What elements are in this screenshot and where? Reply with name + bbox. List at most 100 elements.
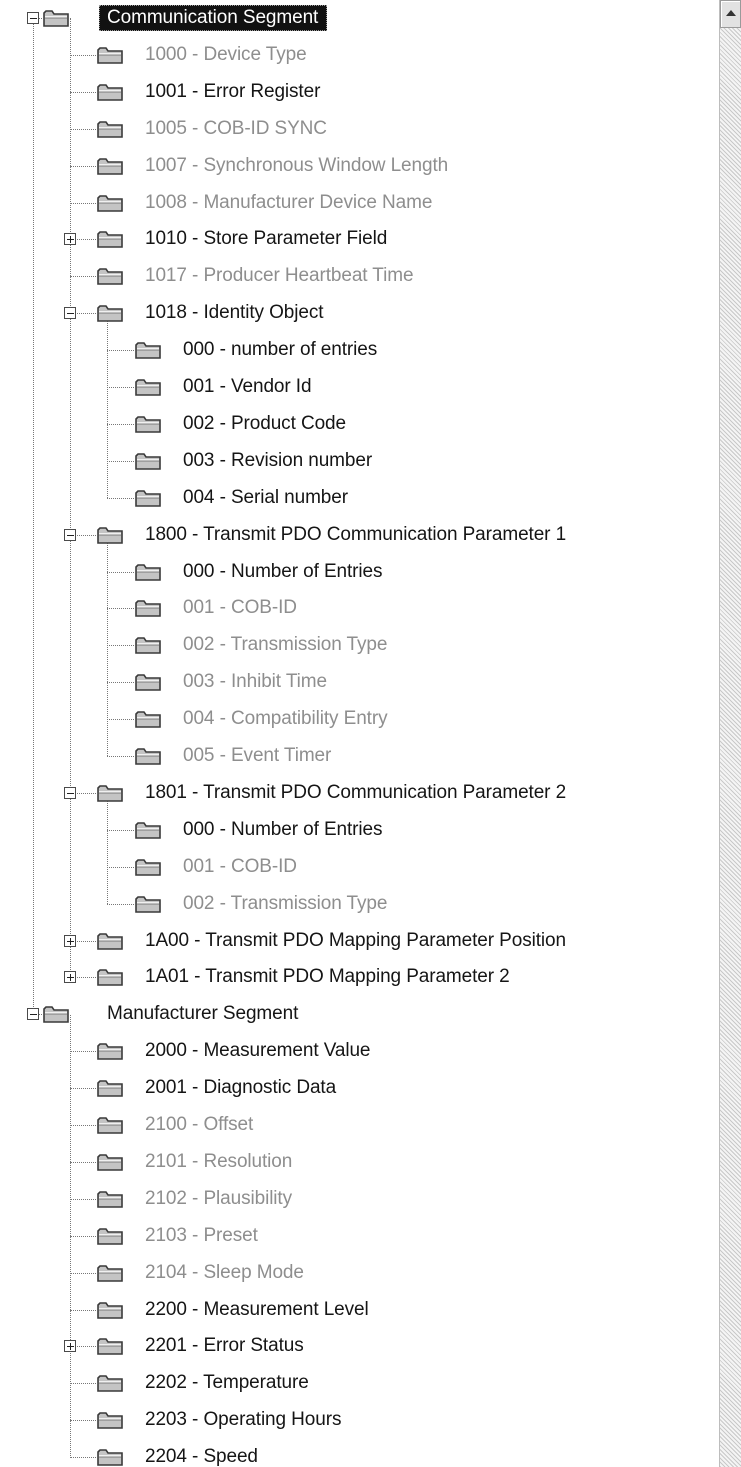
- tree-connector-line: [70, 1235, 96, 1237]
- tree-item[interactable]: 1801 - Transmit PDO Communication Parame…: [0, 775, 719, 812]
- tree-connector-line: [107, 571, 134, 573]
- folder-icon: [96, 1447, 124, 1467]
- tree-item-label: 2101 - Resolution: [145, 1150, 293, 1172]
- minus-box-icon[interactable]: [27, 1008, 39, 1021]
- folder-icon: [134, 820, 162, 840]
- minus-box-icon[interactable]: [64, 528, 76, 541]
- minus-box-icon[interactable]: [27, 12, 39, 24]
- tree-connector-line: [70, 1272, 96, 1274]
- tree-item[interactable]: 2000 - Measurement Value: [0, 1033, 719, 1070]
- tree-connector-line: [107, 682, 134, 684]
- tree-connector-line: [70, 91, 96, 93]
- tree-connector-line: [70, 202, 96, 204]
- tree-item[interactable]: 003 - Revision number: [0, 443, 719, 480]
- folder-icon: [96, 193, 124, 213]
- tree-item[interactable]: 001 - COB-ID: [0, 590, 719, 627]
- tree-item[interactable]: 1010 - Store Parameter Field: [0, 221, 719, 258]
- tree-item-label: 1001 - Error Register: [145, 80, 321, 102]
- tree-item-label: 1005 - COB-ID SYNC: [145, 117, 327, 139]
- tree-item[interactable]: 002 - Transmission Type: [0, 627, 719, 664]
- folder-icon: [96, 1263, 124, 1283]
- tree-item-label: 1017 - Producer Heartbeat Time: [145, 265, 414, 287]
- tree-item[interactable]: 1A01 - Transmit PDO Mapping Parameter 2: [0, 959, 719, 996]
- tree-connector-line: [107, 903, 134, 905]
- folder-icon: [96, 303, 124, 323]
- tree-item[interactable]: 000 - Number of Entries: [0, 812, 719, 849]
- tree-item[interactable]: 2204 - Speed: [0, 1439, 719, 1467]
- tree-item[interactable]: 1007 - Synchronous Window Length: [0, 148, 719, 185]
- tree-item-label: 2100 - Offset: [145, 1114, 254, 1135]
- tree-item[interactable]: 2103 - Preset: [0, 1218, 719, 1255]
- plus-box-icon[interactable]: [64, 1340, 76, 1353]
- tree-item[interactable]: 004 - Serial number: [0, 480, 719, 517]
- tree-item-label: 000 - Number of Entries: [183, 818, 383, 840]
- tree-item[interactable]: 000 - Number of Entries: [0, 554, 719, 591]
- tree-item-label: Manufacturer Segment: [107, 1003, 299, 1025]
- tree-item[interactable]: 002 - Transmission Type: [0, 886, 719, 923]
- tree-item-label: 1A01 - Transmit PDO Mapping Parameter 2: [145, 966, 510, 988]
- folder-icon: [96, 1189, 124, 1209]
- tree-item[interactable]: 1A00 - Transmit PDO Mapping Parameter Po…: [0, 923, 719, 960]
- folder-icon: [96, 931, 124, 951]
- tree-item-label: 1010 - Store Parameter Field: [145, 228, 388, 250]
- folder-icon: [134, 377, 162, 397]
- tree-connector-line: [107, 350, 134, 352]
- folder-icon: [96, 119, 124, 139]
- tree-item[interactable]: 003 - Inhibit Time: [0, 664, 719, 701]
- tree-connector-line: [70, 1383, 96, 1385]
- object-dictionary-tree[interactable]: Communication Segment 1000 - Device Type 1…: [0, 0, 719, 1467]
- tree-item[interactable]: 005 - Event Timer: [0, 738, 719, 775]
- folder-icon: [96, 967, 124, 987]
- folder-icon: [96, 266, 124, 286]
- tree-item-label: 2103 - Preset: [145, 1224, 258, 1246]
- tree-item[interactable]: 1800 - Transmit PDO Communication Parame…: [0, 517, 719, 554]
- tree-item[interactable]: 000 - number of entries: [0, 332, 719, 369]
- folder-icon: [134, 857, 162, 877]
- tree-item[interactable]: 004 - Compatibility Entry: [0, 701, 719, 738]
- tree-item[interactable]: 001 - COB-ID: [0, 849, 719, 886]
- tree-item[interactable]: 2100 - Offset: [0, 1107, 719, 1144]
- tree-item-label: 2203 - Operating Hours: [145, 1409, 342, 1431]
- tree-item[interactable]: 1005 - COB-ID SYNC: [0, 111, 719, 148]
- tree-item-label: 2200 - Measurement Level: [145, 1298, 369, 1320]
- folder-icon: [134, 709, 162, 729]
- tree-item[interactable]: 2201 - Error Status: [0, 1328, 719, 1365]
- tree-connector-line: [107, 423, 134, 425]
- tree-item[interactable]: 2202 - Temperature: [0, 1365, 719, 1402]
- plus-box-icon[interactable]: [64, 934, 76, 947]
- tree-item-label: 000 - number of entries: [183, 339, 378, 361]
- tree-item[interactable]: 2200 - Measurement Level: [0, 1292, 719, 1329]
- tree-item[interactable]: 001 - Vendor Id: [0, 369, 719, 406]
- tree-connector-line: [107, 719, 134, 721]
- tree-item[interactable]: 1001 - Error Register: [0, 74, 719, 111]
- tree-item-label: 1800 - Transmit PDO Communication Parame…: [145, 523, 567, 545]
- tree-segment-node[interactable]: Manufacturer Segment: [0, 996, 719, 1033]
- scroll-up-button[interactable]: [720, 0, 741, 28]
- folder-icon: [134, 562, 162, 582]
- folder-icon: [96, 1410, 124, 1430]
- tree-item-label: 002 - Transmission Type: [183, 892, 388, 914]
- tree-connector-line: [107, 829, 134, 831]
- minus-box-icon[interactable]: [64, 786, 76, 799]
- tree-segment-node[interactable]: Communication Segment: [0, 0, 719, 37]
- tree-item[interactable]: 1017 - Producer Heartbeat Time: [0, 258, 719, 295]
- tree-item[interactable]: 1018 - Identity Object: [0, 295, 719, 332]
- minus-box-icon[interactable]: [64, 307, 76, 320]
- tree-item[interactable]: 1000 - Device Type: [0, 37, 719, 74]
- folder-icon: [134, 451, 162, 471]
- tree-item[interactable]: 2101 - Resolution: [0, 1144, 719, 1181]
- tree-connector-line: [70, 1309, 96, 1311]
- tree-item-label: 002 - Transmission Type: [183, 634, 388, 656]
- tree-item[interactable]: 2203 - Operating Hours: [0, 1402, 719, 1439]
- tree-item[interactable]: 1008 - Manufacturer Device Name: [0, 185, 719, 222]
- folder-icon: [42, 8, 70, 28]
- tree-item[interactable]: 2102 - Plausibility: [0, 1181, 719, 1218]
- vertical-scrollbar[interactable]: [719, 0, 741, 1467]
- folder-icon: [96, 1152, 124, 1172]
- tree-item[interactable]: 002 - Product Code: [0, 406, 719, 443]
- tree-item[interactable]: 2001 - Diagnostic Data: [0, 1070, 719, 1107]
- tree-item-label: 000 - Number of Entries: [183, 560, 383, 582]
- plus-box-icon[interactable]: [64, 233, 76, 246]
- tree-item[interactable]: 2104 - Sleep Mode: [0, 1255, 719, 1292]
- plus-box-icon[interactable]: [64, 971, 76, 984]
